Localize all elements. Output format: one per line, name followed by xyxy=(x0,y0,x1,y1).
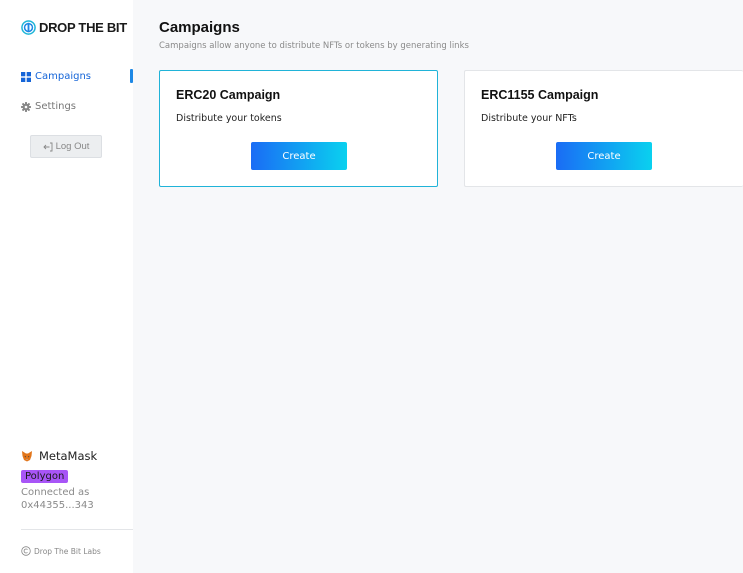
drop-the-bit-logo-icon xyxy=(21,20,36,35)
brand-logo[interactable]: DROP THE BIT xyxy=(21,20,127,35)
card-description: Distribute your NFTs xyxy=(481,113,577,124)
page-subtitle: Campaigns allow anyone to distribute NFT… xyxy=(159,41,469,51)
wallet-address: 0x44355...343 xyxy=(21,500,94,511)
card-title: ERC20 Campaign xyxy=(176,88,281,102)
connected-label: Connected as xyxy=(21,487,90,498)
brand-name: DROP THE BIT xyxy=(39,20,127,35)
page-title: Campaigns xyxy=(159,19,240,36)
sidebar-divider xyxy=(21,529,133,530)
logout-label: Log Out xyxy=(55,141,90,152)
sidebar-item-label: Settings xyxy=(35,101,77,112)
sidebar-item-settings[interactable]: Settings xyxy=(21,101,76,112)
logout-icon xyxy=(42,142,53,151)
footer: Drop The Bit Labs xyxy=(21,546,101,556)
campaign-card-erc20[interactable]: ERC20 Campaign Distribute your tokens Cr… xyxy=(159,70,438,187)
wallet-info: MetaMask xyxy=(21,449,97,463)
copyright-icon xyxy=(21,546,31,556)
card-description: Distribute your tokens xyxy=(176,113,282,124)
logout-button[interactable]: Log Out xyxy=(30,135,102,158)
campaign-card-erc1155[interactable]: ERC1155 Campaign Distribute your NFTs Cr… xyxy=(464,70,743,187)
create-erc20-button[interactable]: Create xyxy=(251,142,347,170)
sidebar: DROP THE BIT Campaigns Settings Log Out … xyxy=(0,0,133,573)
metamask-fox-icon xyxy=(22,451,32,462)
active-indicator xyxy=(130,69,133,83)
create-erc1155-button[interactable]: Create xyxy=(556,142,652,170)
sidebar-item-label: Campaigns xyxy=(35,71,92,82)
footer-text: Drop The Bit Labs xyxy=(34,546,101,556)
network-badge: Polygon xyxy=(21,470,69,483)
card-title: ERC1155 Campaign xyxy=(481,88,599,102)
gear-icon xyxy=(21,101,31,112)
grid-icon xyxy=(21,71,31,82)
wallet-name: MetaMask xyxy=(39,449,98,463)
sidebar-item-campaigns[interactable]: Campaigns xyxy=(21,71,91,82)
